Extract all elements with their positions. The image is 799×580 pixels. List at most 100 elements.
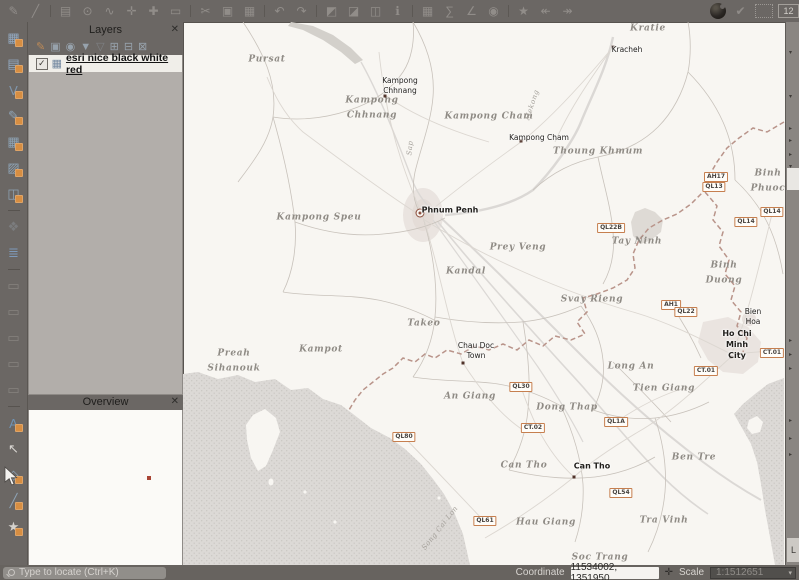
new-raster-layer-icon[interactable]: ▨ [3, 155, 25, 181]
layers-panel: Layers ✕ ✎▣◉▼▽⊞⊟⊠ ✓ ▦ esri nice black wh… [28, 22, 183, 395]
new-geopackage-layer-icon[interactable]: ✎ [3, 103, 25, 129]
overview-panel-title: Overview ✕ [28, 394, 183, 410]
deselect-all-icon[interactable]: ◫ [366, 3, 385, 19]
dock-arrow-icon[interactable]: ▾ [789, 94, 792, 100]
city-marker-dot [384, 95, 387, 98]
layer-name[interactable]: esri nice black white red [66, 52, 182, 76]
toolbar-separator [8, 210, 20, 211]
copy-features-icon[interactable]: ▣ [218, 3, 237, 19]
vertex-tool-icon[interactable]: ✛ [122, 3, 141, 19]
dock-tab[interactable]: L [787, 538, 799, 562]
scale-dropdown[interactable]: 1:1512651 [710, 567, 796, 579]
map-tips-icon[interactable]: ◉ [484, 3, 503, 19]
dark-globe-icon[interactable] [710, 3, 726, 19]
city-marker-dot [747, 320, 750, 323]
undo-icon[interactable]: ↶ [270, 3, 289, 19]
city-marker-dot [462, 362, 465, 365]
status-bar: Type to locate (Ctrl+K) Coordinate 11534… [0, 565, 799, 580]
extents-toggle-icon[interactable]: ✛ [665, 567, 673, 578]
layer-visibility-checkbox[interactable]: ✓ [36, 58, 48, 70]
save-layer-edits-icon[interactable]: ▤ [56, 3, 75, 19]
redo-icon[interactable]: ↷ [292, 3, 311, 19]
dock-arrow-icon[interactable]: ▸ [789, 138, 792, 144]
select-annotation-icon[interactable]: ↖ [3, 436, 25, 462]
search-icon [8, 569, 15, 576]
highlight-labels-icon[interactable]: ▭ [3, 299, 25, 325]
dock-arrow-icon[interactable]: ▸ [789, 352, 792, 358]
identify-features-icon[interactable]: ℹ [388, 3, 407, 19]
map-basemap [183, 22, 785, 565]
dock-arrow-icon[interactable]: ▸ [789, 126, 792, 132]
toggle-editing-icon[interactable]: ╱ [26, 3, 45, 19]
layers-panel-title-text: Layers [89, 24, 122, 36]
filter-by-expression-icon[interactable]: ▽ [96, 40, 104, 53]
digitize-line-icon[interactable]: ∿ [100, 3, 119, 19]
text-annotation-icon[interactable]: A [3, 410, 25, 436]
map-canvas[interactable]: PursatKampong ChhnangKampong ChamKratieT… [183, 22, 785, 565]
toolbar-separator [8, 406, 20, 407]
delete-selected-icon[interactable]: ▭ [166, 3, 185, 19]
coordinate-input[interactable]: 11534002, 1351950 [571, 567, 659, 579]
dock-arrow-icon[interactable]: ▸ [789, 418, 792, 424]
layers-panel-title: Layers ✕ [28, 22, 183, 38]
close-icon[interactable]: ✕ [171, 24, 179, 36]
select-features-icon[interactable]: ◩ [322, 3, 341, 19]
current-edits-icon[interactable]: ✎ [4, 3, 23, 19]
open-layer-styling-icon[interactable]: ✎ [36, 40, 45, 53]
polygon-annotation-icon[interactable]: ◇ [3, 462, 25, 488]
select-by-expression-icon[interactable]: ◪ [344, 3, 363, 19]
attribute-table-icon[interactable]: ▦ [418, 3, 437, 19]
close-icon[interactable]: ✕ [171, 396, 179, 408]
add-vector-layer-icon[interactable]: ▤ [3, 51, 25, 77]
layer-row[interactable]: ✓ ▦ esri nice black white red [29, 55, 182, 72]
dock-arrow-icon[interactable]: ▸ [789, 366, 792, 372]
paste-features-icon[interactable]: ▦ [240, 3, 259, 19]
geometry-check-icon[interactable]: ✔ [731, 3, 750, 19]
city-marker-dot [573, 476, 576, 479]
dock-arrow-icon[interactable]: ▾ [789, 50, 792, 56]
move-feature-icon[interactable]: ✚ [144, 3, 163, 19]
city-marker-dot [612, 46, 615, 49]
layers-tree[interactable]: ✓ ▦ esri nice black white red [28, 55, 183, 395]
digitize-point-icon[interactable]: ⊙ [78, 3, 97, 19]
dock-arrow-icon[interactable]: ▸ [789, 452, 792, 458]
field-calculator-icon[interactable]: ∑ [440, 3, 459, 19]
new-bookmark-icon[interactable]: ★ [514, 3, 533, 19]
right-dock-strip[interactable]: ▾▾▸▸▸▾▸▸▸▸▸▸L [785, 22, 799, 565]
overview-extent-marker [147, 476, 151, 480]
zoom-last-icon[interactable]: ↞ [536, 3, 555, 19]
magnifier-spinbox[interactable]: 12 [778, 4, 799, 18]
toolbar-separator [316, 5, 317, 17]
pin-labels-icon[interactable]: ▭ [3, 273, 25, 299]
rotate-label-icon[interactable]: ▭ [3, 351, 25, 377]
scale-label: Scale [679, 567, 704, 578]
add-group-icon[interactable]: ▣ [50, 40, 60, 53]
add-wms-layer-icon[interactable]: ❖ [3, 214, 25, 240]
zoom-next-icon[interactable]: ↠ [558, 3, 577, 19]
selection-extent-icon[interactable] [755, 4, 773, 18]
line-annotation-icon[interactable]: ╱ [3, 488, 25, 514]
locator-search-input[interactable]: Type to locate (Ctrl+K) [3, 567, 166, 579]
locator-placeholder: Type to locate (Ctrl+K) [19, 567, 119, 578]
raster-layer-icon: ▦ [52, 57, 62, 70]
dock-arrow-icon[interactable]: ▸ [789, 152, 792, 158]
toolbar-separator [190, 5, 191, 17]
new-shapefile-layer-icon[interactable]: V [3, 77, 25, 103]
db-manager-icon[interactable]: ≣ [3, 240, 25, 266]
change-label-icon[interactable]: ▭ [3, 377, 25, 403]
measure-icon[interactable]: ∠ [462, 3, 481, 19]
dock-arrow-icon[interactable]: ▸ [789, 436, 792, 442]
new-mesh-layer-icon[interactable]: ▦ [3, 129, 25, 155]
toolbar-separator [412, 5, 413, 17]
overview-map[interactable] [28, 410, 183, 566]
toolbar-separator [8, 269, 20, 270]
status-right-group: Coordinate 11534002, 1351950 ✛ Scale 1:1… [516, 567, 796, 579]
favorites-icon[interactable]: ★ [3, 514, 25, 540]
move-label-icon[interactable]: ▭ [3, 325, 25, 351]
cut-features-icon[interactable]: ✂ [196, 3, 215, 19]
data-source-manager-icon[interactable]: ▦ [3, 25, 25, 51]
dock-highlight [787, 168, 799, 190]
new-virtual-layer-icon[interactable]: ◫ [3, 181, 25, 207]
dock-arrow-icon[interactable]: ▸ [789, 338, 792, 344]
overview-panel: Overview ✕ [28, 394, 183, 566]
